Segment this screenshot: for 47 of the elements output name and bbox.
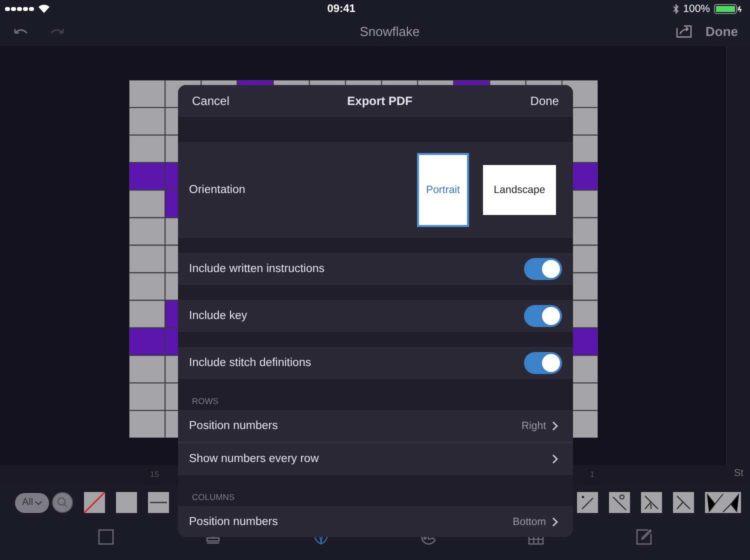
chevron-right-icon (552, 517, 558, 527)
ruler-label: 15 (150, 470, 159, 480)
setting-value: Bottom (512, 516, 546, 528)
setting-row[interactable]: Position numbers Right (178, 410, 573, 442)
setting-label: Position numbers (189, 420, 278, 432)
document-title: Snowflake (358, 24, 421, 40)
setting-label: Position numbers (189, 516, 278, 528)
orientation-label: Orientation (189, 184, 246, 196)
battery-icon (714, 4, 742, 14)
setting-label: Show numbers every row (189, 453, 319, 465)
undo-icon[interactable] (14, 28, 28, 36)
wifi-icon (38, 4, 50, 14)
knit-stitch-icon[interactable] (116, 492, 137, 514)
setting-label: Include key (189, 310, 248, 322)
chevron-right-icon (552, 454, 558, 464)
battery-percent: 100% (683, 2, 710, 15)
ruler-label: 1 (590, 470, 594, 480)
section-header: COLUMNS (191, 491, 236, 504)
setting-row[interactable]: Show numbers every row (178, 442, 573, 475)
setting-row[interactable]: Position numbers Bottom (178, 506, 573, 537)
decrease-stitch-icon[interactable] (641, 492, 662, 514)
dialog-title: Export PDF (347, 94, 412, 108)
search-icon (57, 497, 68, 508)
orientation-option[interactable]: Portrait (417, 153, 469, 227)
cancel-button[interactable]: Cancel (192, 94, 230, 108)
toggle-switch[interactable] (524, 258, 562, 280)
no-stitch-icon[interactable] (84, 492, 105, 514)
search-button[interactable] (52, 492, 73, 514)
bluetooth-icon (673, 4, 680, 14)
status-time: 09:41 (326, 2, 356, 15)
toggle-switch[interactable] (524, 352, 562, 374)
setting-value: Right (521, 420, 546, 432)
setting-label: Include written instructions (189, 263, 325, 275)
orientation-option[interactable]: Landscape (483, 165, 556, 215)
share-icon[interactable] (676, 25, 692, 38)
setting-label: Include stitch definitions (189, 357, 312, 369)
purl-stitch-icon[interactable] (148, 492, 169, 514)
chevron-down-icon (35, 500, 42, 505)
chevron-right-icon (552, 421, 558, 431)
toggle-switch[interactable] (524, 305, 562, 327)
section-header: ROWS (191, 395, 220, 408)
done-button[interactable]: Done (706, 24, 738, 40)
signal-icon (5, 6, 34, 12)
backslash-stitch-icon[interactable] (609, 492, 630, 514)
cable-stitch-icon[interactable] (705, 492, 741, 514)
decrease-stitch-icon[interactable] (673, 492, 694, 514)
slash-stitch-icon[interactable] (577, 492, 598, 514)
